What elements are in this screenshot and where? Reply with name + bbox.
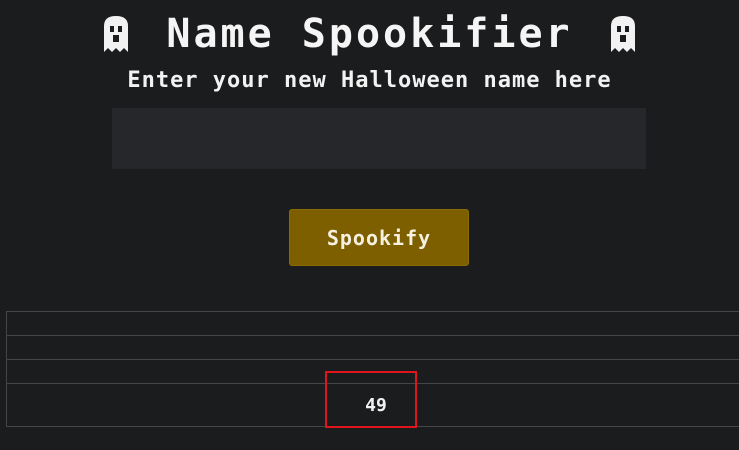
- ghost-icon: [102, 14, 130, 54]
- table-row: [6, 335, 739, 360]
- result-cell: [6, 359, 739, 384]
- spookify-button[interactable]: Spookify: [289, 209, 469, 266]
- table-row: [6, 311, 739, 336]
- result-cell: 49: [6, 383, 739, 427]
- name-input[interactable]: [112, 108, 646, 169]
- results-table: 49: [6, 311, 739, 427]
- result-cell: [6, 335, 739, 360]
- table-row: 49: [6, 383, 739, 427]
- result-cell: [6, 311, 739, 336]
- page-title: Name Spookifier: [166, 11, 573, 57]
- name-prompt: Enter your new Halloween name here: [127, 68, 612, 93]
- ghost-icon: [609, 14, 637, 54]
- table-row: [6, 359, 739, 384]
- title-row: Name Spookifier: [0, 12, 739, 56]
